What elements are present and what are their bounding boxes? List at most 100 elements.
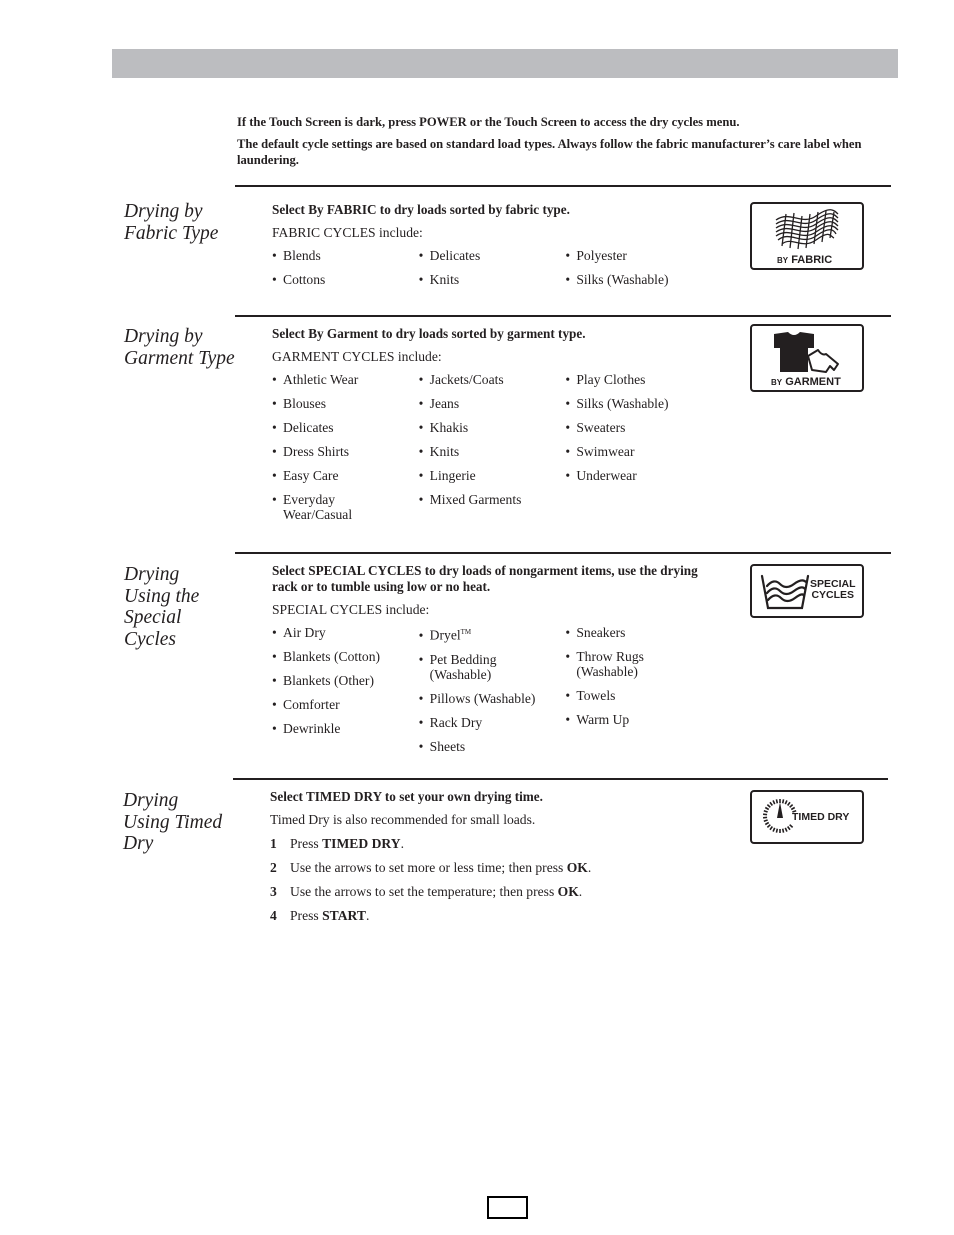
list-item: • Sweaters [565, 420, 626, 435]
list-item: • Jackets/Coats [418, 372, 504, 387]
list-item: • Jeans [418, 396, 460, 411]
list-item: • Swimwear [565, 444, 635, 459]
special-cycles-button-icon: SPECIAL CYCLES [750, 564, 864, 618]
list-column: • Blends • Cottons [272, 248, 419, 296]
list-column: • Sneakers • Throw Rugs (Washable) • Towels… [565, 625, 712, 763]
dial-tick [764, 821, 770, 826]
timed-dry-lead: Select TIMED DRY to set your own drying … [270, 789, 543, 804]
section-title-timed-dry: Drying Using Timed Dry [123, 790, 223, 854]
intro: If the Touch Screen is dark, press POWER… [237, 114, 877, 174]
list-column: • Polyester • Silks (Washable) [565, 248, 712, 296]
list-item: • Blankets (Other) [272, 673, 374, 688]
garment-lead: Select By Garment to dry loads sorted by… [272, 326, 586, 341]
list-item: • Blankets (Cotton) [272, 649, 381, 664]
list-item: • Warm Up [565, 712, 630, 727]
special-subhead: SPECIAL CYCLES include: [272, 602, 430, 617]
list-column: • Play Clothes • Silks (Washable) • Sweater… [565, 372, 712, 531]
section-divider [235, 552, 891, 554]
list-item: • Comforter [272, 697, 340, 712]
list-item: • Dewrinkle [272, 721, 341, 736]
list-item: • Mixed Garments [418, 492, 522, 507]
list-item: • Dress Shirts [272, 444, 350, 459]
section-body-fabric: Select By FABRIC to dry loads sorted by … [272, 202, 712, 296]
list-item: • Knits [418, 272, 460, 287]
list-item: • Easy Care [272, 468, 339, 483]
dial-tick [781, 828, 785, 833]
step-item: 2 Use the arrows to set more or less time… [270, 860, 592, 875]
dial-tick [784, 827, 788, 832]
step-item: 1 Press TIMED DRY. [270, 836, 404, 851]
list-item: • Underwear [565, 468, 637, 483]
list-column: • Air Dry • Blankets (Cotton) • Blankets (O… [272, 625, 419, 763]
list-item: • Silks (Washable) [565, 396, 669, 411]
list-item: • Athletic Wear [272, 372, 359, 387]
dial-tick [772, 800, 776, 805]
trademark-mark: TM [460, 628, 472, 636]
dial-tick [781, 799, 785, 804]
dial-tick [766, 824, 771, 828]
step-item: 4 Press START. [270, 908, 370, 923]
header-bar [112, 49, 898, 78]
list-item: • Everyday Wear/Casual [272, 492, 353, 522]
garment-cycle-list: • Athletic Wear • Blouses • Delicates • Dres… [272, 372, 712, 531]
section-body-special: Select SPECIAL CYCLES to dry loads of no… [272, 563, 712, 763]
list-item: • Play Clothes [565, 372, 646, 387]
dial-tick [764, 806, 770, 811]
fabric-lead: Select By FABRIC to dry loads sorted by … [272, 202, 570, 217]
dial-tick [769, 801, 774, 806]
dial-tick [790, 806, 796, 811]
section-title-special: Drying Using the Special Cycles [124, 564, 200, 650]
tshirt-icon [774, 332, 839, 373]
fabric-subhead: FABRIC CYCLES include: [272, 225, 423, 240]
list-item: • Knits [418, 444, 460, 459]
list-item: • Throw Rugs (Washable) [565, 649, 644, 679]
list-column: • Jackets/Coats • Jeans • Khakis • Knits • Li… [419, 372, 566, 531]
special-cycle-list: • Air Dry • Blankets (Cotton) • Blankets (O… [272, 625, 712, 763]
list-column: • Delicates • Knits [419, 248, 566, 296]
dial-tick [784, 800, 788, 805]
section-divider [235, 185, 891, 187]
list-item: • Pillows (Washable) [418, 690, 536, 706]
list-item: • Pet Bedding (Washable) [418, 651, 497, 682]
dial-tick [789, 824, 794, 828]
fabric-cycle-list: • Blends • Cottons • Delicates • Knits • Poly… [272, 248, 712, 296]
list-item: • Blends [272, 248, 321, 263]
by-fabric-label: BY FABRIC [777, 254, 833, 266]
list-item: • Cottons [272, 272, 326, 287]
list-item: • Sneakers [565, 625, 626, 640]
list-item: • Khakis [418, 420, 469, 435]
dial-tick [789, 804, 794, 808]
timed-dry-subhead: Timed Dry is also recommended for small … [270, 812, 536, 827]
list-item: • Delicates [272, 420, 334, 435]
dial-tick [786, 826, 791, 831]
special-cycles-label: SPECIAL CYCLES [810, 578, 856, 601]
section-divider [233, 778, 888, 780]
timed-dry-button-icon: TIMED DRY [750, 790, 864, 844]
step-item: 3 Use the arrows to set the temperature; … [270, 884, 583, 899]
section-title-garment: Drying by Garment Type [124, 326, 235, 369]
special-lead: Select SPECIAL CYCLES to dry loads of no… [272, 563, 698, 594]
wash-tub-icon [760, 574, 810, 610]
list-item: • Silks (Washable) [565, 272, 669, 287]
list-item: • Delicates [418, 248, 481, 263]
list-column: • Athletic Wear • Blouses • Delicates • Dres… [272, 372, 419, 531]
page-number-box [487, 1196, 528, 1219]
list-item: • Air Dry [272, 625, 326, 640]
by-garment-label: BY GARMENT [771, 376, 841, 388]
list-item: • Sheets [418, 738, 466, 754]
dial-tick [775, 799, 779, 804]
dial-tick [786, 801, 791, 806]
section-divider [235, 315, 891, 317]
intro-line-1: If the Touch Screen is dark, press POWER… [237, 115, 740, 129]
dial-tick [763, 809, 768, 813]
dial-tick [772, 827, 776, 832]
fabric-weave-icon [775, 209, 839, 250]
timed-dry-steps: 1 Press TIMED DRY. 2 Use the arrows to set… [270, 835, 710, 925]
by-fabric-button-icon: BY FABRIC [750, 202, 864, 270]
list-item: • Polyester [565, 248, 627, 263]
list-item: • Rack Dry [418, 714, 483, 730]
dial-tick [769, 826, 774, 831]
section-body-timed-dry: Select TIMED DRY to set your own drying … [270, 789, 710, 931]
list-item: • Blouses [272, 396, 327, 411]
dial-tick [763, 819, 768, 823]
